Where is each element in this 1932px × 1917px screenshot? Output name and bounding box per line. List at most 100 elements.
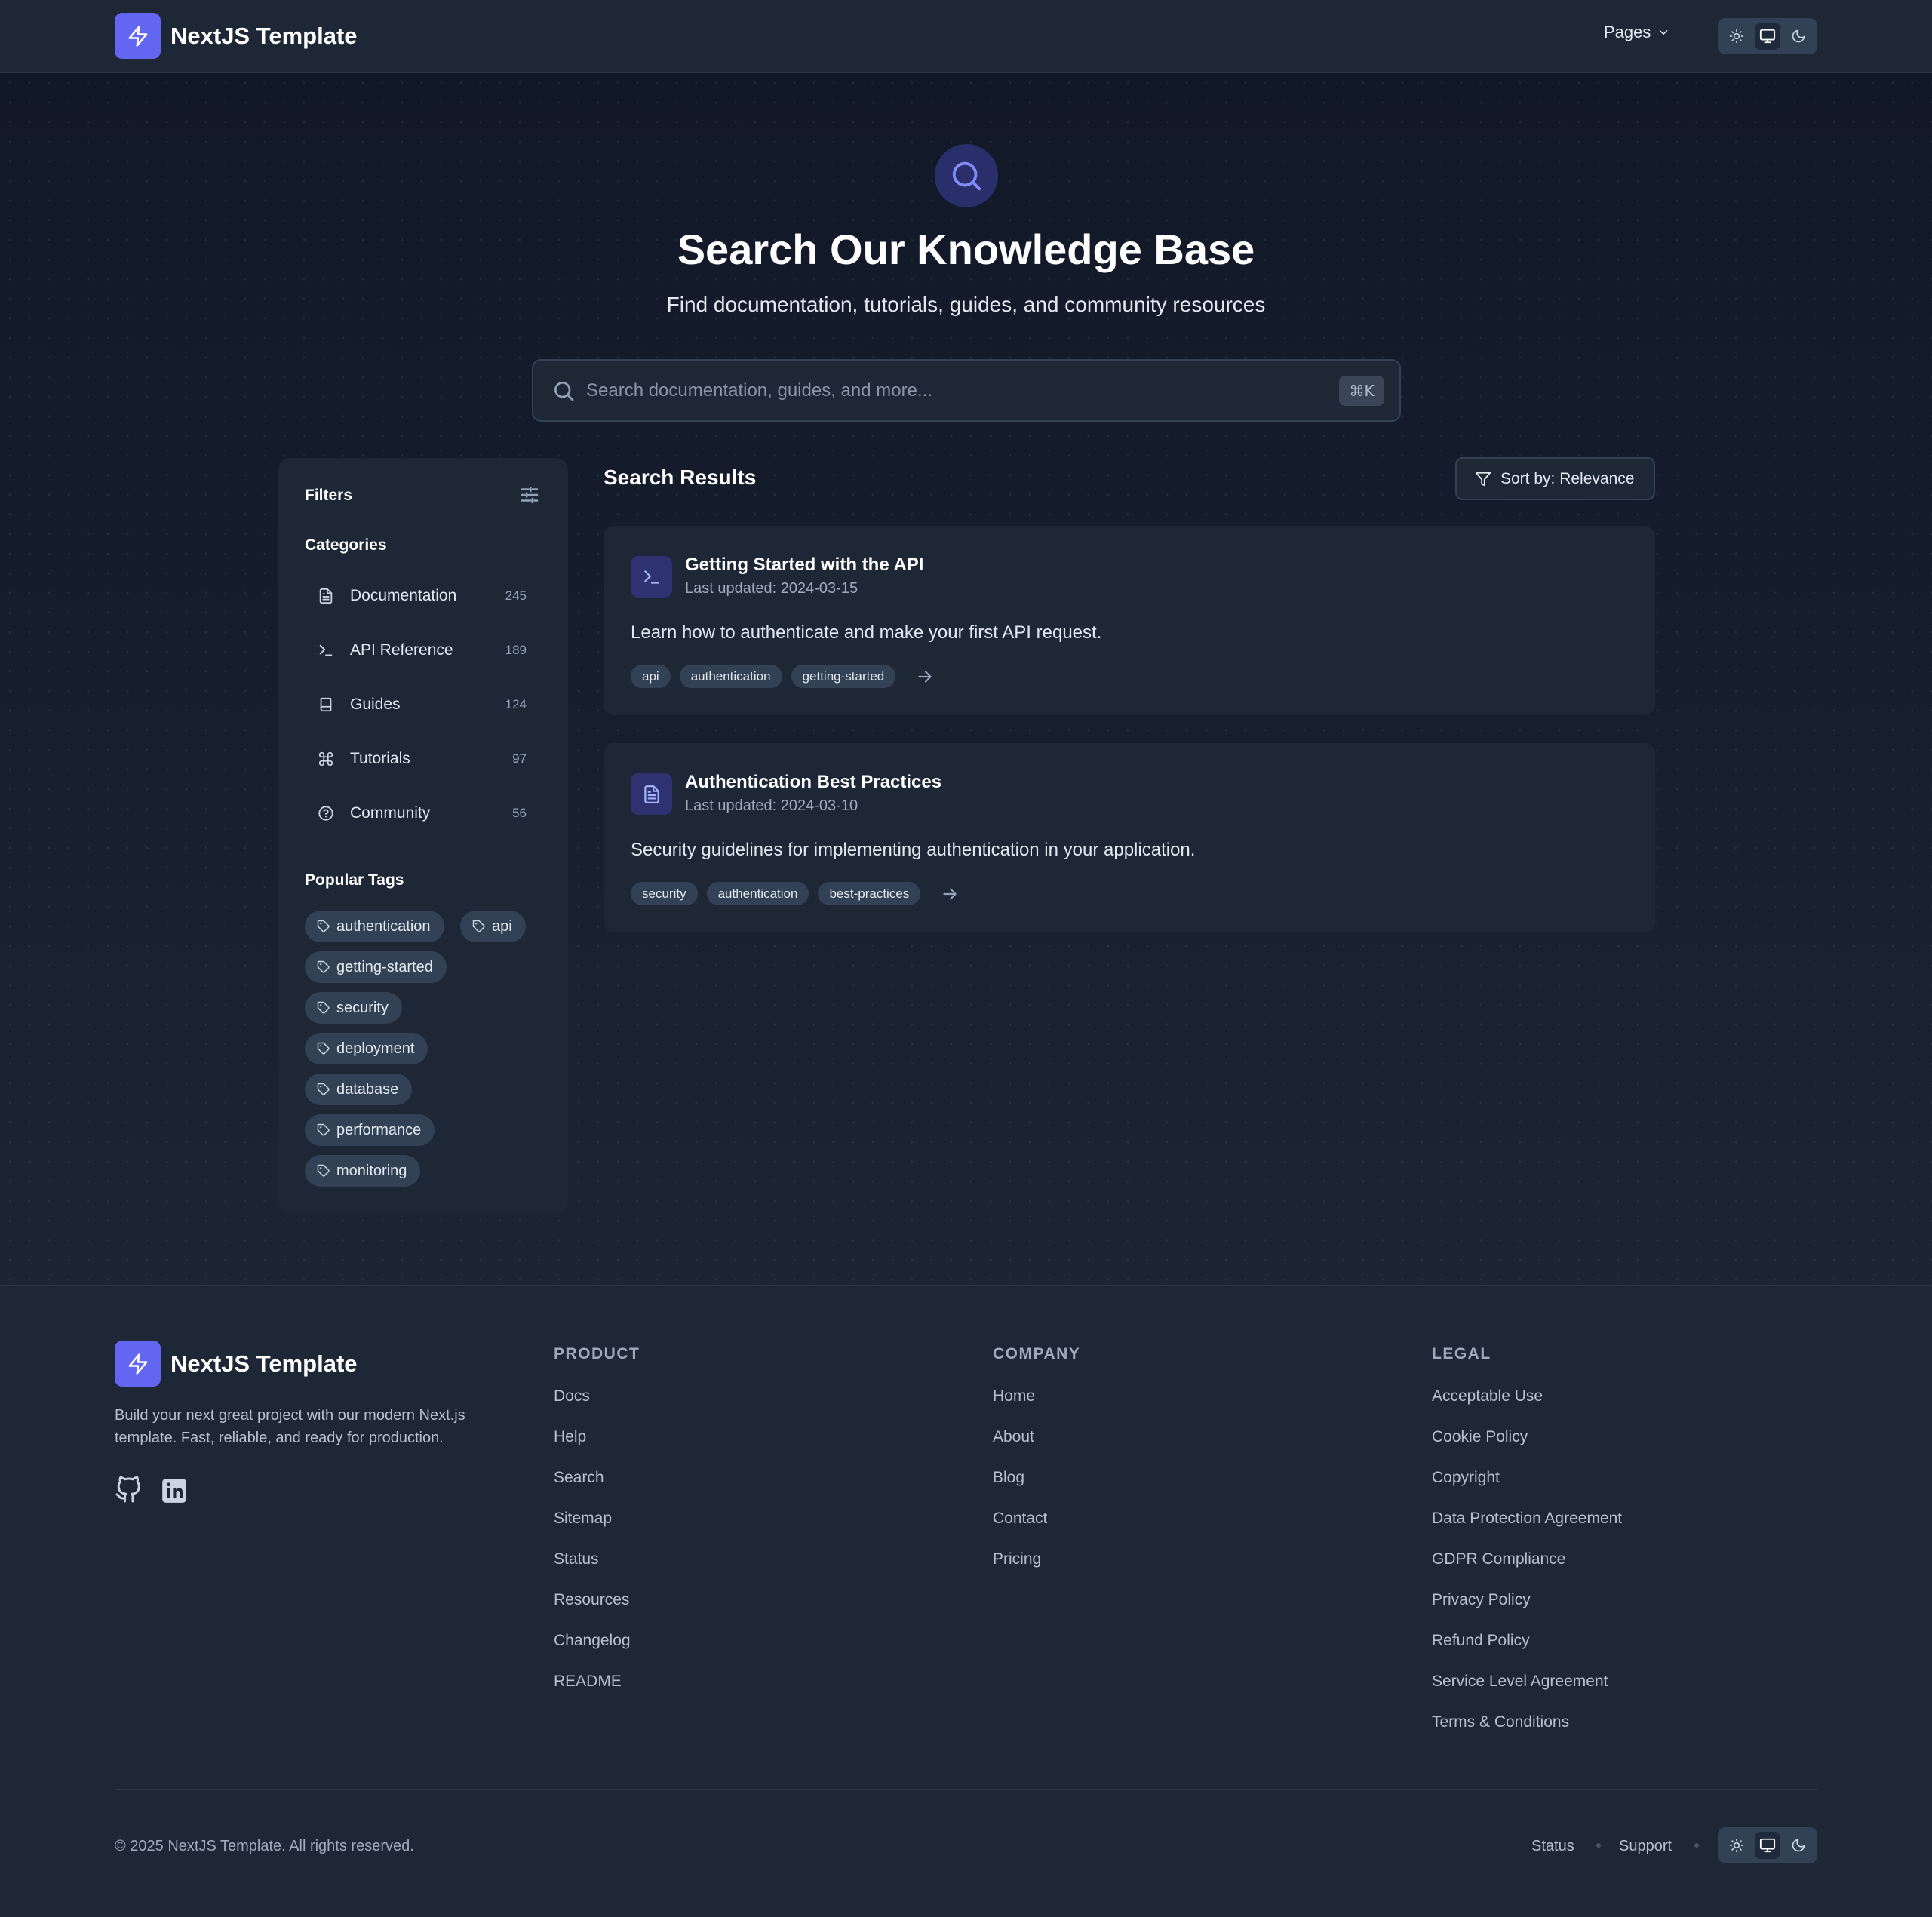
footer-link[interactable]: Pricing: [993, 1550, 1041, 1568]
footer-link[interactable]: Copyright: [1432, 1469, 1500, 1487]
result-card[interactable]: Getting Started with the API Last update…: [604, 526, 1655, 715]
result-tag[interactable]: authentication: [706, 882, 809, 905]
tag-icon: [317, 1001, 330, 1014]
category-tutorials[interactable]: Tutorials 97: [305, 736, 542, 782]
sort-button[interactable]: Sort by: Relevance: [1455, 457, 1655, 500]
footer-brand-name: NextJS Template: [170, 1350, 358, 1377]
system-mode-button[interactable]: [1754, 1832, 1781, 1859]
result-date: Last updated: 2024-03-15: [685, 580, 858, 597]
tag-icon: [472, 920, 485, 932]
footer-link[interactable]: Terms & Conditions: [1432, 1713, 1569, 1731]
footer-link[interactable]: Cookie Policy: [1432, 1428, 1528, 1446]
tag-label: authentication: [336, 917, 431, 935]
tag-chip[interactable]: security: [305, 992, 402, 1024]
keyboard-shortcut-badge: ⌘K: [1339, 376, 1384, 406]
light-mode-button[interactable]: [1724, 23, 1750, 50]
footer-link[interactable]: Acceptable Use: [1432, 1387, 1543, 1405]
footer-link[interactable]: Data Protection Agreement: [1432, 1510, 1622, 1528]
category-count: 56: [512, 806, 527, 820]
tag-chip[interactable]: authentication: [305, 911, 444, 942]
footer-theme-toggle: [1718, 1827, 1817, 1863]
arrow-right-icon[interactable]: [915, 667, 935, 687]
arrow-right-icon[interactable]: [940, 884, 960, 904]
footer-link[interactable]: Home: [993, 1387, 1035, 1405]
search-icon: [554, 381, 574, 401]
brand-link[interactable]: NextJS Template: [115, 13, 358, 59]
book-icon: [320, 697, 332, 712]
help-circle-icon: [318, 806, 333, 821]
tag-chip[interactable]: deployment: [305, 1033, 428, 1064]
tag-chip[interactable]: performance: [305, 1114, 435, 1146]
result-tag[interactable]: authentication: [679, 665, 782, 688]
category-count: 124: [505, 697, 527, 711]
footer-status-link[interactable]: Status: [1531, 1838, 1574, 1855]
pages-menu-button[interactable]: Pages: [1604, 23, 1670, 42]
footer-link[interactable]: Contact: [993, 1510, 1047, 1528]
tag-chip[interactable]: monitoring: [305, 1155, 421, 1187]
tag-label: performance: [336, 1121, 422, 1138]
footer-link[interactable]: Changelog: [554, 1632, 631, 1650]
result-title[interactable]: Authentication Best Practices: [685, 772, 941, 793]
footer-link[interactable]: Search: [554, 1469, 604, 1487]
linkedin-icon[interactable]: [160, 1476, 189, 1505]
category-count: 97: [512, 751, 527, 766]
footer-link[interactable]: Docs: [554, 1387, 590, 1405]
result-description: Learn how to authenticate and make your …: [631, 622, 1102, 643]
category-label: Community: [350, 804, 431, 822]
chevron-down-icon: [1660, 30, 1668, 35]
footer-link[interactable]: Status: [554, 1550, 599, 1568]
result-card[interactable]: Authentication Best Practices Last updat…: [604, 743, 1655, 932]
result-tags: security authentication best-practices: [631, 882, 960, 905]
pages-menu-label: Pages: [1604, 23, 1651, 41]
footer-link[interactable]: README: [554, 1673, 622, 1691]
footer-link[interactable]: Sitemap: [554, 1510, 612, 1528]
sun-icon: [1730, 29, 1744, 44]
results-title: Search Results: [604, 465, 757, 489]
tag-icon: [317, 960, 330, 973]
result-title[interactable]: Getting Started with the API: [685, 555, 923, 576]
result-tag[interactable]: getting-started: [791, 665, 896, 688]
footer-support-link[interactable]: Support: [1619, 1838, 1672, 1855]
light-mode-button[interactable]: [1724, 1832, 1750, 1859]
dark-mode-button[interactable]: [1785, 1832, 1811, 1859]
category-label: API Reference: [350, 641, 453, 659]
category-label: Guides: [350, 696, 401, 713]
filter-icon: [1475, 472, 1491, 486]
category-guides[interactable]: Guides 124: [305, 682, 542, 727]
footer-column-title: LEGAL: [1432, 1345, 1491, 1362]
tag-icon: [317, 1042, 330, 1055]
footer-link[interactable]: GDPR Compliance: [1432, 1550, 1565, 1568]
tag-label: getting-started: [336, 958, 433, 975]
search-input[interactable]: [586, 371, 1265, 410]
category-label: Tutorials: [350, 750, 410, 767]
copyright-text: © 2025 NextJS Template. All rights reser…: [115, 1838, 414, 1854]
tag-chip[interactable]: api: [460, 911, 526, 942]
footer-link[interactable]: Help: [554, 1428, 586, 1446]
tag-icon: [317, 1123, 330, 1136]
sliders-icon[interactable]: [518, 484, 541, 506]
file-text-icon: [631, 773, 672, 815]
footer-link[interactable]: Blog: [993, 1469, 1024, 1487]
category-label: Documentation: [350, 587, 457, 604]
footer-link[interactable]: About: [993, 1428, 1034, 1446]
tag-chip[interactable]: getting-started: [305, 951, 447, 983]
footer-link[interactable]: Resources: [554, 1591, 629, 1609]
result-tags: api authentication getting-started: [631, 665, 935, 688]
result-tag[interactable]: api: [631, 665, 671, 688]
github-icon[interactable]: [115, 1476, 142, 1504]
footer-link[interactable]: Refund Policy: [1432, 1632, 1530, 1650]
category-documentation[interactable]: Documentation 245: [305, 573, 542, 619]
category-count: 189: [505, 643, 527, 657]
footer-link[interactable]: Service Level Agreement: [1432, 1673, 1608, 1691]
system-mode-button[interactable]: [1754, 23, 1781, 50]
zap-icon: [115, 1341, 161, 1387]
footer-link[interactable]: Privacy Policy: [1432, 1591, 1531, 1609]
category-api-reference[interactable]: API Reference 189: [305, 628, 542, 673]
footer-brand-link[interactable]: NextJS Template: [115, 1341, 358, 1387]
result-tag[interactable]: security: [631, 882, 698, 905]
moon-icon: [1792, 1839, 1805, 1852]
dark-mode-button[interactable]: [1785, 23, 1811, 50]
category-community[interactable]: Community 56: [305, 791, 542, 836]
tag-chip[interactable]: database: [305, 1074, 413, 1105]
result-tag[interactable]: best-practices: [818, 882, 921, 905]
